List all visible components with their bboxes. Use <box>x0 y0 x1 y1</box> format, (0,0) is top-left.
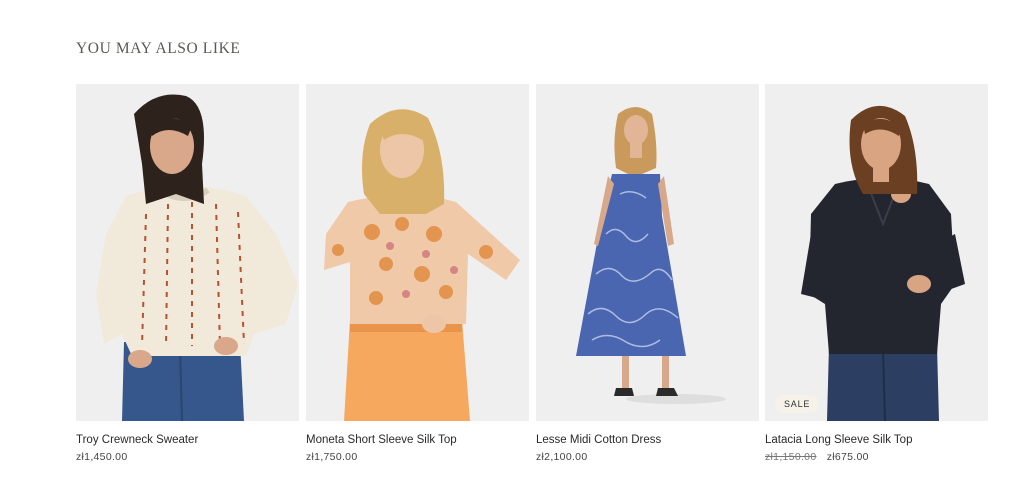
product-price: zł1,450.00 <box>76 451 128 463</box>
product-card[interactable]: Troy Crewneck Sweater zł1,450.00 <box>76 84 299 474</box>
product-photo-silk-top <box>306 84 529 421</box>
original-price: zł1,150.00 <box>765 451 817 463</box>
product-grid: Troy Crewneck Sweater zł1,450.00 Moneta … <box>76 84 988 474</box>
product-photo-dress <box>536 84 759 421</box>
product-image[interactable] <box>306 84 529 421</box>
section-title: YOU MAY ALSO LIKE <box>76 40 241 57</box>
product-name[interactable]: Lesse Midi Cotton Dress <box>536 434 661 446</box>
product-price: zł1,750.00 <box>306 451 358 463</box>
product-card[interactable]: Moneta Short Sleeve Silk Top zł1,750.00 <box>306 84 529 474</box>
product-price: zł2,100.00 <box>536 451 588 463</box>
product-card[interactable]: Lesse Midi Cotton Dress zł2,100.00 <box>536 84 759 474</box>
product-name[interactable]: Moneta Short Sleeve Silk Top <box>306 434 457 446</box>
product-photo-blouse <box>765 84 988 421</box>
sale-badge: SALE <box>775 395 820 413</box>
product-card[interactable]: SALE Latacia Long Sleeve Silk Top zł1,15… <box>765 84 988 474</box>
product-image[interactable] <box>76 84 299 421</box>
product-name[interactable]: Troy Crewneck Sweater <box>76 434 198 446</box>
sale-price: zł675.00 <box>826 451 869 463</box>
product-price-group: zł1,150.00 zł675.00 <box>765 451 869 463</box>
product-image[interactable] <box>536 84 759 421</box>
product-image[interactable] <box>765 84 988 421</box>
product-name[interactable]: Latacia Long Sleeve Silk Top <box>765 434 912 446</box>
product-photo-sweater <box>76 84 299 421</box>
